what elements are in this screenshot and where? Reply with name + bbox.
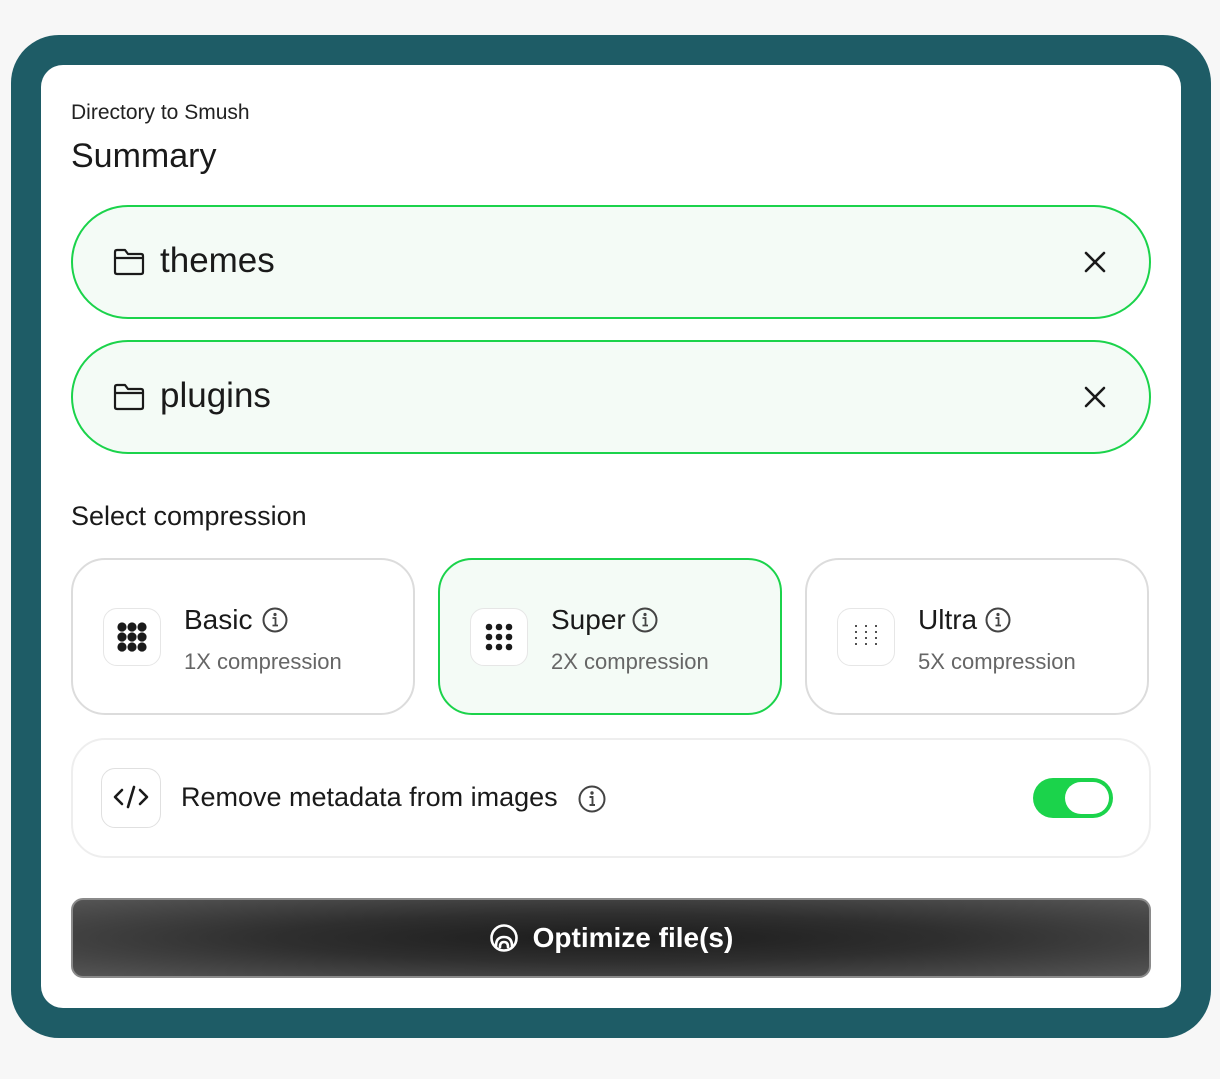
toggle-knob bbox=[1065, 782, 1109, 814]
medium-dots-icon bbox=[485, 623, 513, 651]
optimize-button-label: Optimize file(s) bbox=[532, 922, 734, 953]
directory-name: plugins bbox=[160, 376, 271, 415]
info-icon[interactable] bbox=[578, 785, 606, 813]
remove-metadata-toggle[interactable] bbox=[1033, 778, 1113, 818]
compression-label: Select compression bbox=[71, 501, 307, 531]
option-name: Basic bbox=[184, 604, 253, 635]
sparse-dots-icon bbox=[855, 625, 877, 645]
page-subtitle: Directory to Smush bbox=[71, 101, 250, 124]
code-icon-box bbox=[101, 768, 161, 828]
compression-option-super[interactable]: Super 2X compression bbox=[438, 558, 782, 715]
optimize-files-button[interactable]: Optimize file(s) bbox=[71, 898, 1151, 978]
directory-name: themes bbox=[160, 241, 275, 280]
compression-option-ultra[interactable]: Ultra 5X compression bbox=[805, 558, 1149, 715]
compression-option-basic[interactable]: Basic 1X compression bbox=[71, 558, 415, 715]
option-icon-box bbox=[103, 608, 161, 666]
option-icon-box bbox=[837, 608, 895, 666]
remove-metadata-row: Remove metadata from images bbox=[71, 738, 1151, 858]
smush-logo-icon bbox=[489, 924, 518, 952]
summary-card: Directory to Smush Summary themes plugin… bbox=[41, 65, 1181, 1008]
directory-row-themes: themes bbox=[71, 205, 1151, 319]
dense-dots-icon bbox=[117, 622, 147, 652]
close-icon[interactable] bbox=[1077, 244, 1113, 280]
outer-frame: Directory to Smush Summary themes plugin… bbox=[11, 35, 1211, 1038]
folder-icon bbox=[113, 248, 145, 276]
remove-metadata-label: Remove metadata from images bbox=[181, 782, 558, 812]
directory-row-plugins: plugins bbox=[71, 340, 1151, 454]
option-description: 1X compression bbox=[184, 649, 342, 674]
option-description: 5X compression bbox=[918, 649, 1076, 674]
option-name: Ultra bbox=[918, 604, 978, 635]
folder-icon bbox=[113, 383, 145, 411]
info-icon[interactable] bbox=[262, 607, 288, 633]
close-icon[interactable] bbox=[1077, 379, 1113, 415]
option-icon-box bbox=[470, 608, 528, 666]
page-title: Summary bbox=[71, 137, 217, 175]
option-name: Super bbox=[551, 604, 626, 635]
info-icon[interactable] bbox=[632, 607, 658, 633]
option-description: 2X compression bbox=[551, 649, 709, 674]
code-icon bbox=[113, 785, 148, 808]
info-icon[interactable] bbox=[985, 607, 1011, 633]
